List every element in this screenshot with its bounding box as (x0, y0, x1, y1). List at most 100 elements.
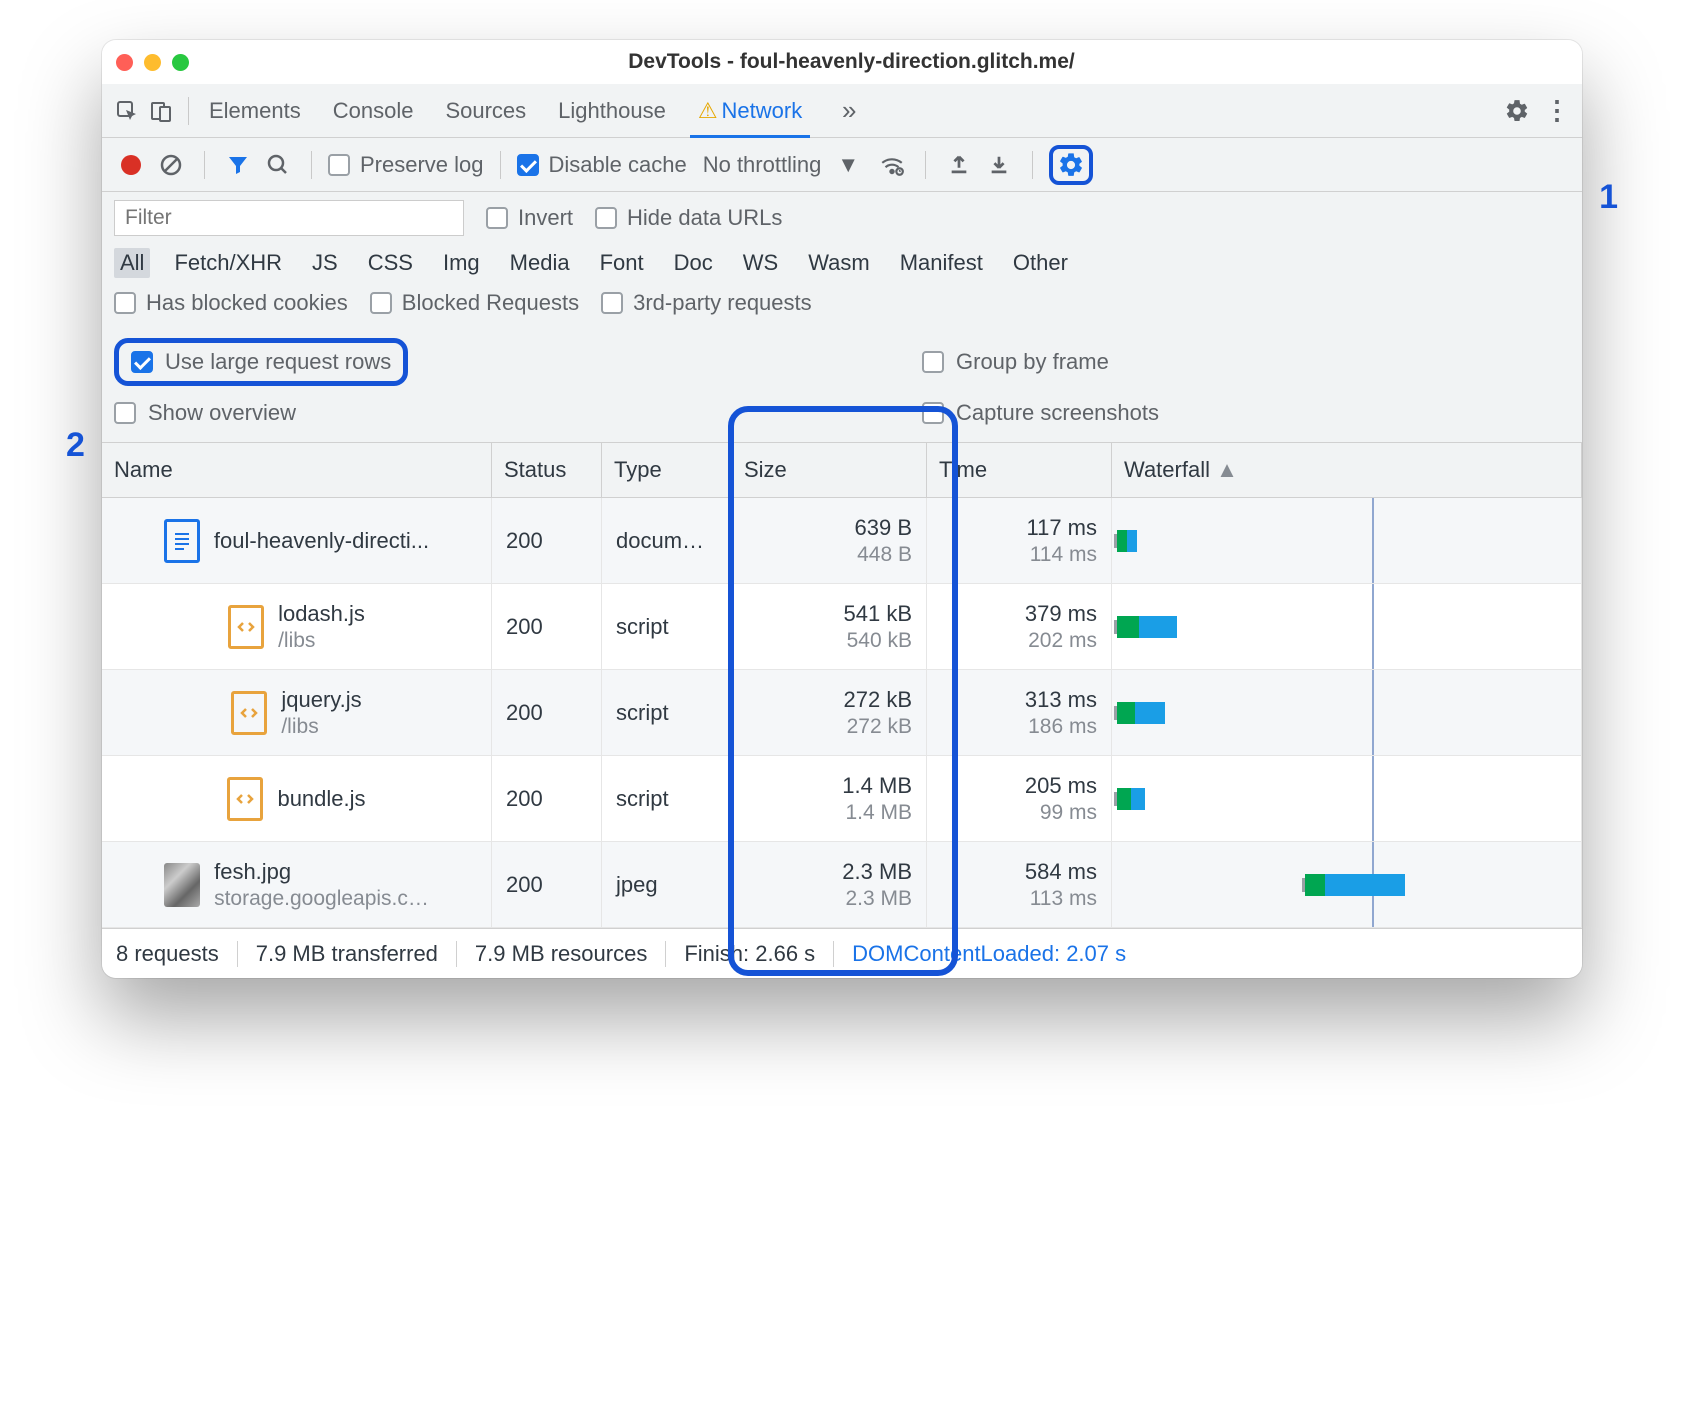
type-cell: jpeg (602, 842, 732, 928)
request-path: storage.googleapis.c… (214, 887, 429, 911)
tab-network[interactable]: ⚠Network (696, 84, 804, 138)
col-waterfall[interactable]: Waterfall ▲ (1112, 442, 1582, 498)
divider (188, 97, 189, 125)
waterfall-cell (1112, 842, 1582, 928)
filter-type-font[interactable]: Font (594, 248, 650, 278)
capture-screenshots-checkbox[interactable]: Capture screenshots (922, 400, 1570, 426)
waterfall-cell (1112, 498, 1582, 584)
filter-type-doc[interactable]: Doc (668, 248, 719, 278)
annotation-1: 1 (1599, 178, 1618, 217)
filter-input[interactable] (114, 200, 464, 236)
table-row[interactable]: lodash.js/libs (102, 584, 492, 670)
request-name: fesh.jpg (214, 859, 429, 885)
status-cell: 200 (492, 670, 602, 756)
hide-data-urls-checkbox[interactable]: Hide data URLs (595, 205, 782, 231)
status-domcontentloaded: DOMContentLoaded: 2.07 s (834, 941, 1144, 967)
col-name[interactable]: Name (102, 442, 492, 498)
filter-type-wasm[interactable]: Wasm (802, 248, 876, 278)
table-row[interactable]: fesh.jpgstorage.googleapis.c… (102, 842, 492, 928)
export-har-icon[interactable] (982, 148, 1016, 182)
table-row[interactable]: bundle.js (102, 756, 492, 842)
blocked-requests-checkbox[interactable]: Blocked Requests (370, 290, 579, 316)
size-cell: 2.3 MB2.3 MB (732, 842, 927, 928)
more-tabs-icon[interactable]: » (832, 94, 866, 128)
divider (925, 151, 926, 179)
filter-type-all[interactable]: All (114, 248, 150, 278)
size-cell: 1.4 MB1.4 MB (732, 756, 927, 842)
show-overview-checkbox[interactable]: Show overview (114, 400, 832, 426)
time-cell: 313 ms186 ms (927, 670, 1112, 756)
import-har-icon[interactable] (942, 148, 976, 182)
status-bar: 8 requests 7.9 MB transferred 7.9 MB res… (102, 928, 1582, 978)
close-window-icon[interactable] (116, 54, 133, 71)
status-cell: 200 (492, 584, 602, 670)
has-blocked-cookies-checkbox[interactable]: Has blocked cookies (114, 290, 348, 316)
divider (1032, 151, 1033, 179)
time-cell: 117 ms114 ms (927, 498, 1112, 584)
filter-toggle-icon[interactable] (221, 148, 255, 182)
devtools-window: DevTools - foul-heavenly-direction.glitc… (102, 40, 1582, 978)
request-path: /libs (281, 715, 361, 739)
type-cell: script (602, 584, 732, 670)
request-name: lodash.js (278, 601, 365, 627)
filter-type-img[interactable]: Img (437, 248, 486, 278)
filter-type-other[interactable]: Other (1007, 248, 1074, 278)
request-name: jquery.js (281, 687, 361, 713)
type-cell: script (602, 670, 732, 756)
col-type[interactable]: Type (602, 442, 732, 498)
size-cell: 541 kB540 kB (732, 584, 927, 670)
filter-type-js[interactable]: JS (306, 248, 344, 278)
type-cell: docum… (602, 498, 732, 584)
filter-type-manifest[interactable]: Manifest (894, 248, 989, 278)
record-button[interactable] (114, 148, 148, 182)
kebab-menu-icon[interactable]: ⋮ (1540, 94, 1574, 128)
settings-row-1: Use large request rows Group by frame (102, 328, 1582, 396)
filter-type-media[interactable]: Media (504, 248, 576, 278)
requests-table: Name Status Type Size Time Waterfall ▲ f… (102, 442, 1582, 928)
filter-type-ws[interactable]: WS (737, 248, 784, 278)
tab-console[interactable]: Console (331, 84, 416, 138)
tab-elements[interactable]: Elements (207, 84, 303, 138)
network-toolbar: Preserve log Disable cache No throttling… (102, 138, 1582, 192)
col-time[interactable]: Time (927, 442, 1112, 498)
sort-indicator-icon: ▲ (1216, 457, 1238, 482)
third-party-checkbox[interactable]: 3rd-party requests (601, 290, 812, 316)
disable-cache-checkbox[interactable]: Disable cache (517, 152, 687, 178)
time-cell: 584 ms113 ms (927, 842, 1112, 928)
clear-icon[interactable] (154, 148, 188, 182)
search-icon[interactable] (261, 148, 295, 182)
tab-lighthouse[interactable]: Lighthouse (556, 84, 668, 138)
tab-sources[interactable]: Sources (443, 84, 528, 138)
table-row[interactable]: foul-heavenly-directi... (102, 498, 492, 584)
request-path: /libs (278, 629, 365, 653)
time-cell: 205 ms99 ms (927, 756, 1112, 842)
network-conditions-icon[interactable] (875, 148, 909, 182)
group-by-frame-checkbox[interactable]: Group by frame (922, 338, 1570, 386)
waterfall-cell (1112, 670, 1582, 756)
titlebar: DevTools - foul-heavenly-direction.glitc… (102, 40, 1582, 84)
col-size[interactable]: Size (732, 442, 927, 498)
status-cell: 200 (492, 842, 602, 928)
network-settings-button[interactable] (1049, 145, 1093, 185)
divider (311, 151, 312, 179)
table-row[interactable]: jquery.js/libs (102, 670, 492, 756)
filter-type-css[interactable]: CSS (362, 248, 419, 278)
filter-type-fetch[interactable]: Fetch/XHR (168, 248, 288, 278)
device-toolbar-icon[interactable] (144, 94, 178, 128)
window-title: DevTools - foul-heavenly-direction.glitc… (135, 50, 1568, 74)
status-cell: 200 (492, 756, 602, 842)
invert-checkbox[interactable]: Invert (486, 205, 573, 231)
throttling-select[interactable]: No throttling ▼ (693, 152, 869, 178)
status-transferred: 7.9 MB transferred (238, 941, 457, 967)
waterfall-cell (1112, 584, 1582, 670)
settings-icon[interactable] (1500, 94, 1534, 128)
use-large-rows-checkbox[interactable]: Use large request rows (114, 338, 408, 386)
size-cell: 639 B448 B (732, 498, 927, 584)
type-cell: script (602, 756, 732, 842)
col-status[interactable]: Status (492, 442, 602, 498)
annotation-2: 2 (66, 426, 85, 465)
status-cell: 200 (492, 498, 602, 584)
preserve-log-checkbox[interactable]: Preserve log (328, 152, 484, 178)
inspect-element-icon[interactable] (110, 94, 144, 128)
chevron-down-icon: ▼ (837, 152, 859, 178)
